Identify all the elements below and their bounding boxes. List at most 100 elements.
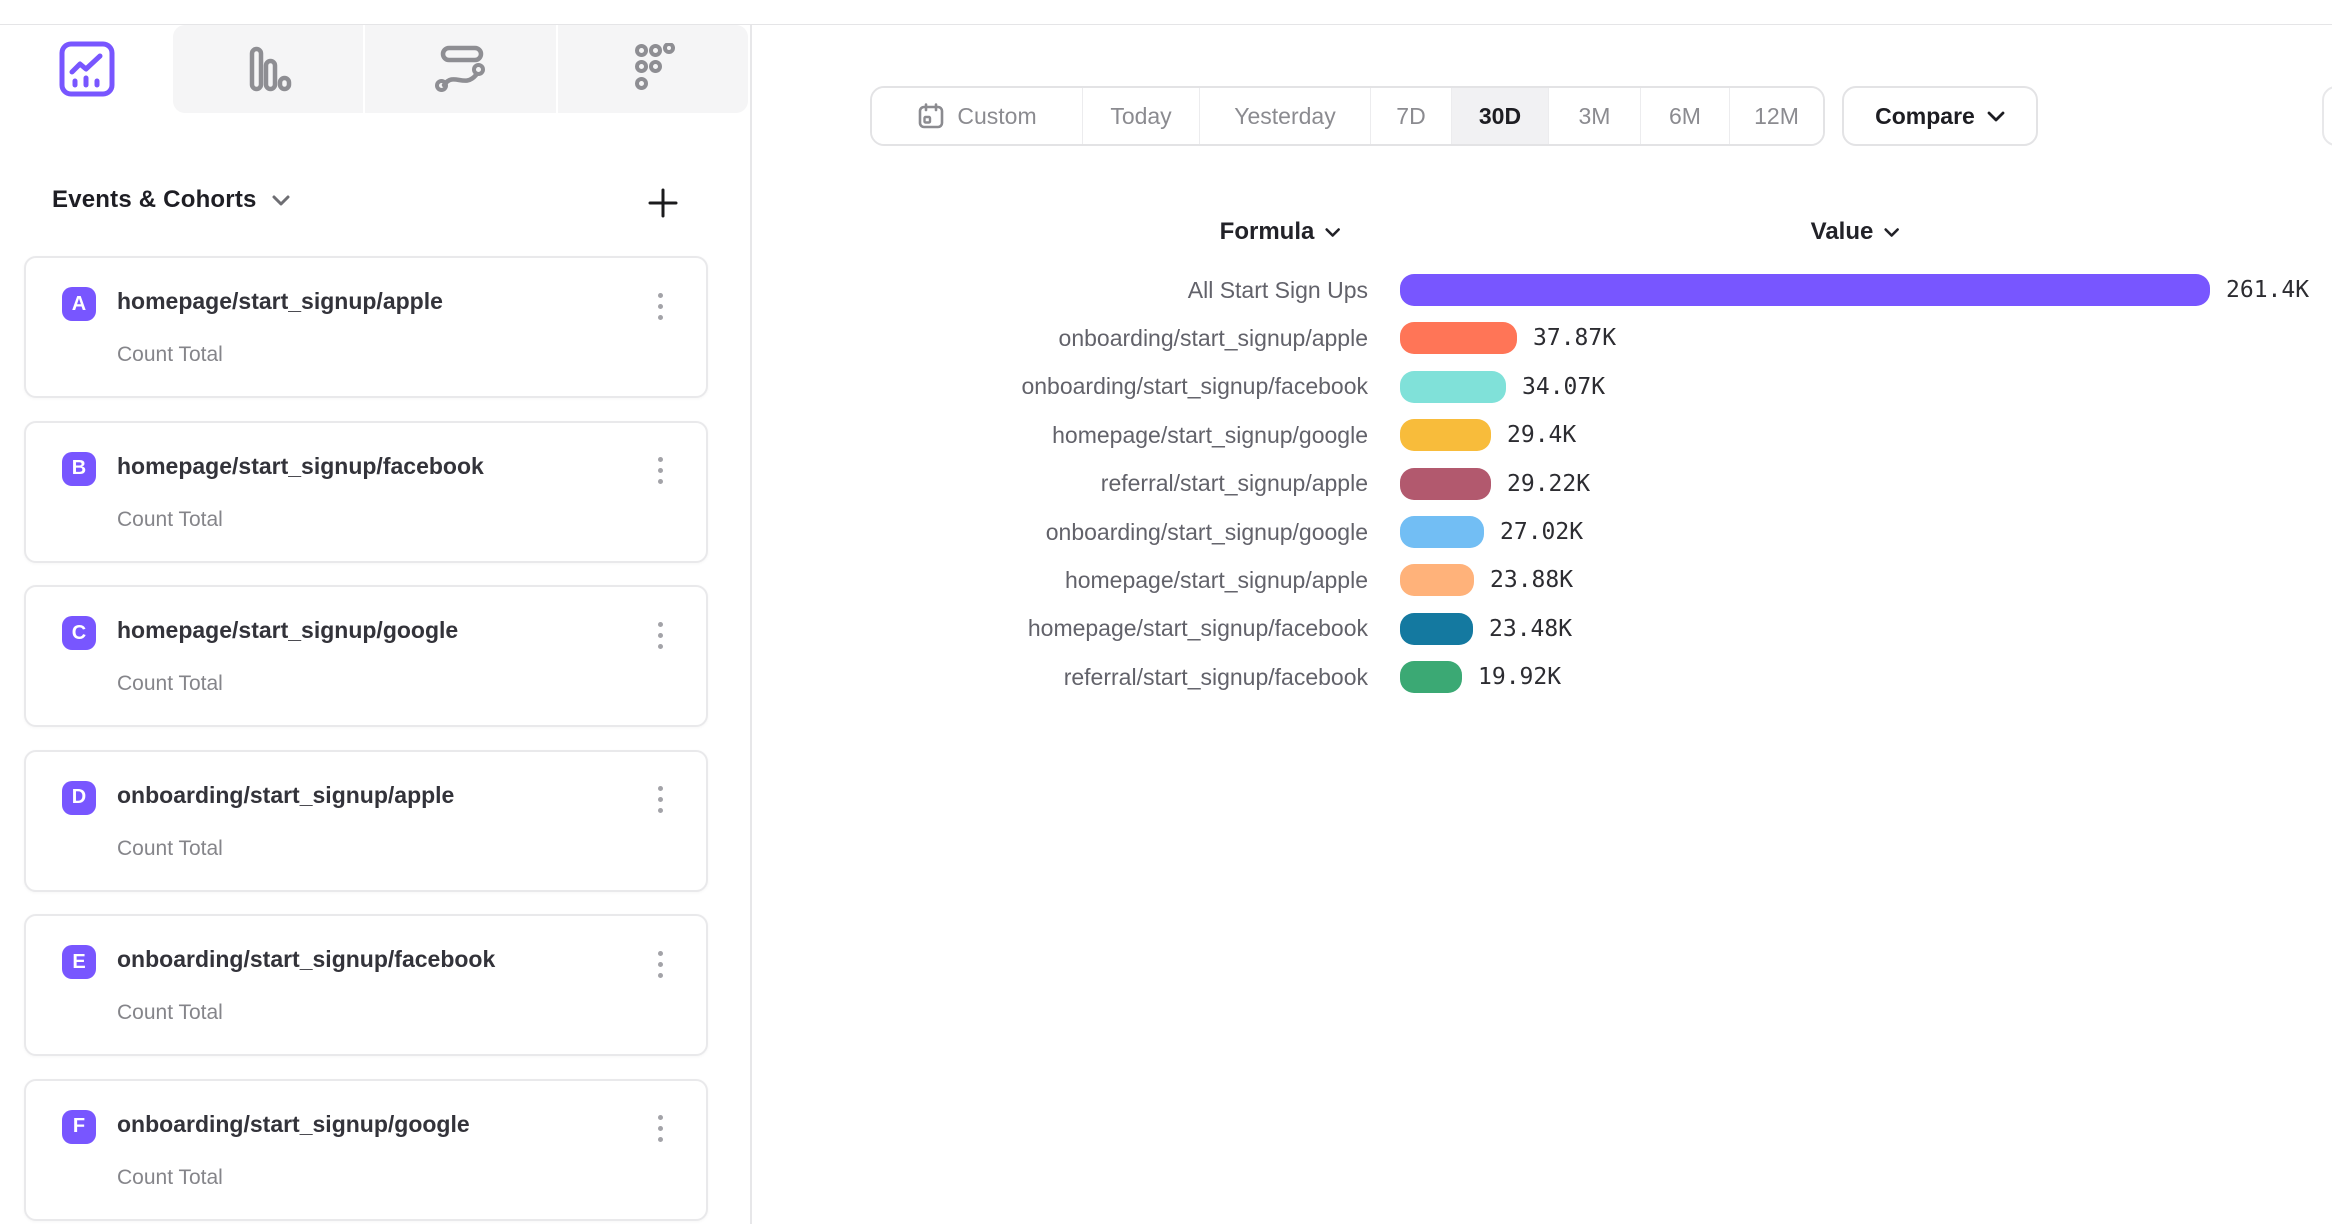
event-letter-badge: B [62,452,96,486]
tab-bar-view[interactable] [173,25,363,113]
kebab-menu-icon[interactable] [642,944,678,984]
date-range-label: 3M [1579,103,1611,130]
date-range-label: Yesterday [1234,103,1335,130]
event-card-A[interactable]: Ahomepage/start_signup/appleCount Total [24,256,708,398]
tab-group [173,25,748,113]
date-range-label: 30D [1479,103,1521,130]
bar-row-6: homepage/start_signup/apple 23.88K [750,556,1573,604]
event-card-measure: Count Total [117,508,223,532]
date-range-yesterday[interactable]: Yesterday [1199,88,1370,144]
event-card-title: homepage/start_signup/apple [117,288,443,315]
value-header-label: Value [1811,218,1874,246]
date-range-label: 12M [1754,103,1799,130]
event-card-E[interactable]: Eonboarding/start_signup/facebookCount T… [24,914,708,1056]
tab-retention[interactable] [556,25,748,113]
bar-label: homepage/start_signup/facebook [750,615,1368,642]
bar-value: 23.88K [1490,567,1573,593]
bar-value: 29.4K [1507,422,1576,448]
events-cohorts-title: Events & Cohorts [52,186,257,214]
date-range-12m[interactable]: 12M [1729,88,1823,144]
date-range-6m[interactable]: 6M [1640,88,1729,144]
tab-flows[interactable] [363,25,555,113]
date-range-label: Custom [957,103,1036,130]
date-range-custom[interactable]: Custom [872,88,1082,144]
tab-insights[interactable] [0,25,173,113]
bar-segment[interactable] [1400,419,1491,451]
bar-segment[interactable] [1400,371,1506,403]
bar-row-7: homepage/start_signup/facebook 23.48K [750,605,1572,653]
event-letter-badge: D [62,781,96,815]
bar-value: 29.22K [1507,471,1590,497]
bar-label: homepage/start_signup/apple [750,567,1368,594]
event-card-D[interactable]: Donboarding/start_signup/apple Count Tota… [24,750,708,892]
event-letter-badge: F [62,1110,96,1144]
bar-value: 34.07K [1522,374,1605,400]
bar-row-0: All Start Sign Ups 261.4K [750,266,2309,314]
add-event-button[interactable] [644,184,682,222]
flow-icon [434,45,486,93]
kebab-menu-icon[interactable] [642,1109,678,1149]
bar-row-3: homepage/start_signup/google 29.4K [750,411,1576,459]
event-card-measure: Count Total [117,1166,223,1190]
bar-row-4: referral/start_signup/apple29.22K [750,460,1590,508]
kebab-menu-icon[interactable] [642,286,678,326]
bar-segment[interactable] [1400,322,1517,354]
event-card-C[interactable]: Chomepage/start_signup/googleCount Total [24,585,708,727]
date-range-3m[interactable]: 3M [1548,88,1640,144]
bar-value: 27.02K [1500,519,1583,545]
compare-label: Compare [1875,103,1975,130]
bar-label: homepage/start_signup/google [750,422,1368,449]
bar-row-8: referral/start_signup/facebook19.92K [750,653,1561,701]
date-range-7d[interactable]: 7D [1370,88,1451,144]
date-range-control: Custom Today Yesterday 7D 30D 3M 6M 12M [870,86,1825,146]
event-card-title: onboarding/start_signup/apple [117,782,454,809]
bar-value: 261.4K [2226,277,2309,303]
event-card-B[interactable]: Bhomepage/start_signup/facebookCount Tot… [24,421,708,563]
bar-row-1: onboarding/start_signup/apple 37.87K [750,314,1616,362]
insights-page: Events & Cohorts Ahomepage/start_signup/… [0,0,2332,1224]
value-header[interactable]: Value [1811,218,1900,246]
event-card-title: onboarding/start_signup/facebook [117,946,495,973]
bar-label: All Start Sign Ups [750,277,1368,304]
dots-grid-icon [629,43,677,95]
bar-chart-icon [244,45,292,93]
bar-label: onboarding/start_signup/apple [750,325,1368,352]
chart-type-tabbar [0,25,750,113]
bar-label: onboarding/start_signup/facebook [750,373,1368,400]
chevron-down-icon [1883,227,1899,238]
bar-segment[interactable] [1400,274,2210,306]
kebab-menu-icon[interactable] [642,451,678,491]
clipped-edge-button[interactable] [2322,86,2332,146]
bar-segment[interactable] [1400,468,1491,500]
events-cohorts-header[interactable]: Events & Cohorts [52,186,291,214]
formula-header-label: Formula [1220,218,1315,246]
bar-value: 23.48K [1489,616,1572,642]
chevron-down-icon [1987,110,2005,122]
date-range-label: Today [1110,103,1171,130]
bar-value: 37.87K [1533,325,1616,351]
kebab-menu-icon[interactable] [642,615,678,655]
event-card-title: homepage/start_signup/google [117,617,458,644]
bar-row-5: onboarding/start_signup/google 27.02K [750,508,1583,556]
bar-segment[interactable] [1400,516,1484,548]
event-card-measure: Count Total [117,837,223,861]
bar-segment[interactable] [1400,613,1473,645]
bar-label: onboarding/start_signup/google [750,519,1368,546]
bar-row-2: onboarding/start_signup/facebook 34.07K [750,363,1605,411]
chevron-down-icon [1324,227,1340,238]
formula-header[interactable]: Formula [1220,218,1341,246]
bar-segment[interactable] [1400,661,1462,693]
chart-headers: Formula Value [0,218,2332,248]
date-range-30d[interactable]: 30D [1451,88,1548,144]
bar-label: referral/start_signup/facebook [750,664,1368,691]
compare-button[interactable]: Compare [1842,86,2038,146]
event-card-title: onboarding/start_signup/google [117,1111,470,1138]
date-range-today[interactable]: Today [1082,88,1199,144]
line-chart-icon [58,40,116,98]
event-card-measure: Count Total [117,1001,223,1025]
kebab-menu-icon[interactable] [642,780,678,820]
bar-segment[interactable] [1400,564,1474,596]
event-card-F[interactable]: Fonboarding/start_signup/google Count Tot… [24,1079,708,1221]
date-range-label: 7D [1396,103,1425,130]
event-letter-badge: A [62,287,96,321]
